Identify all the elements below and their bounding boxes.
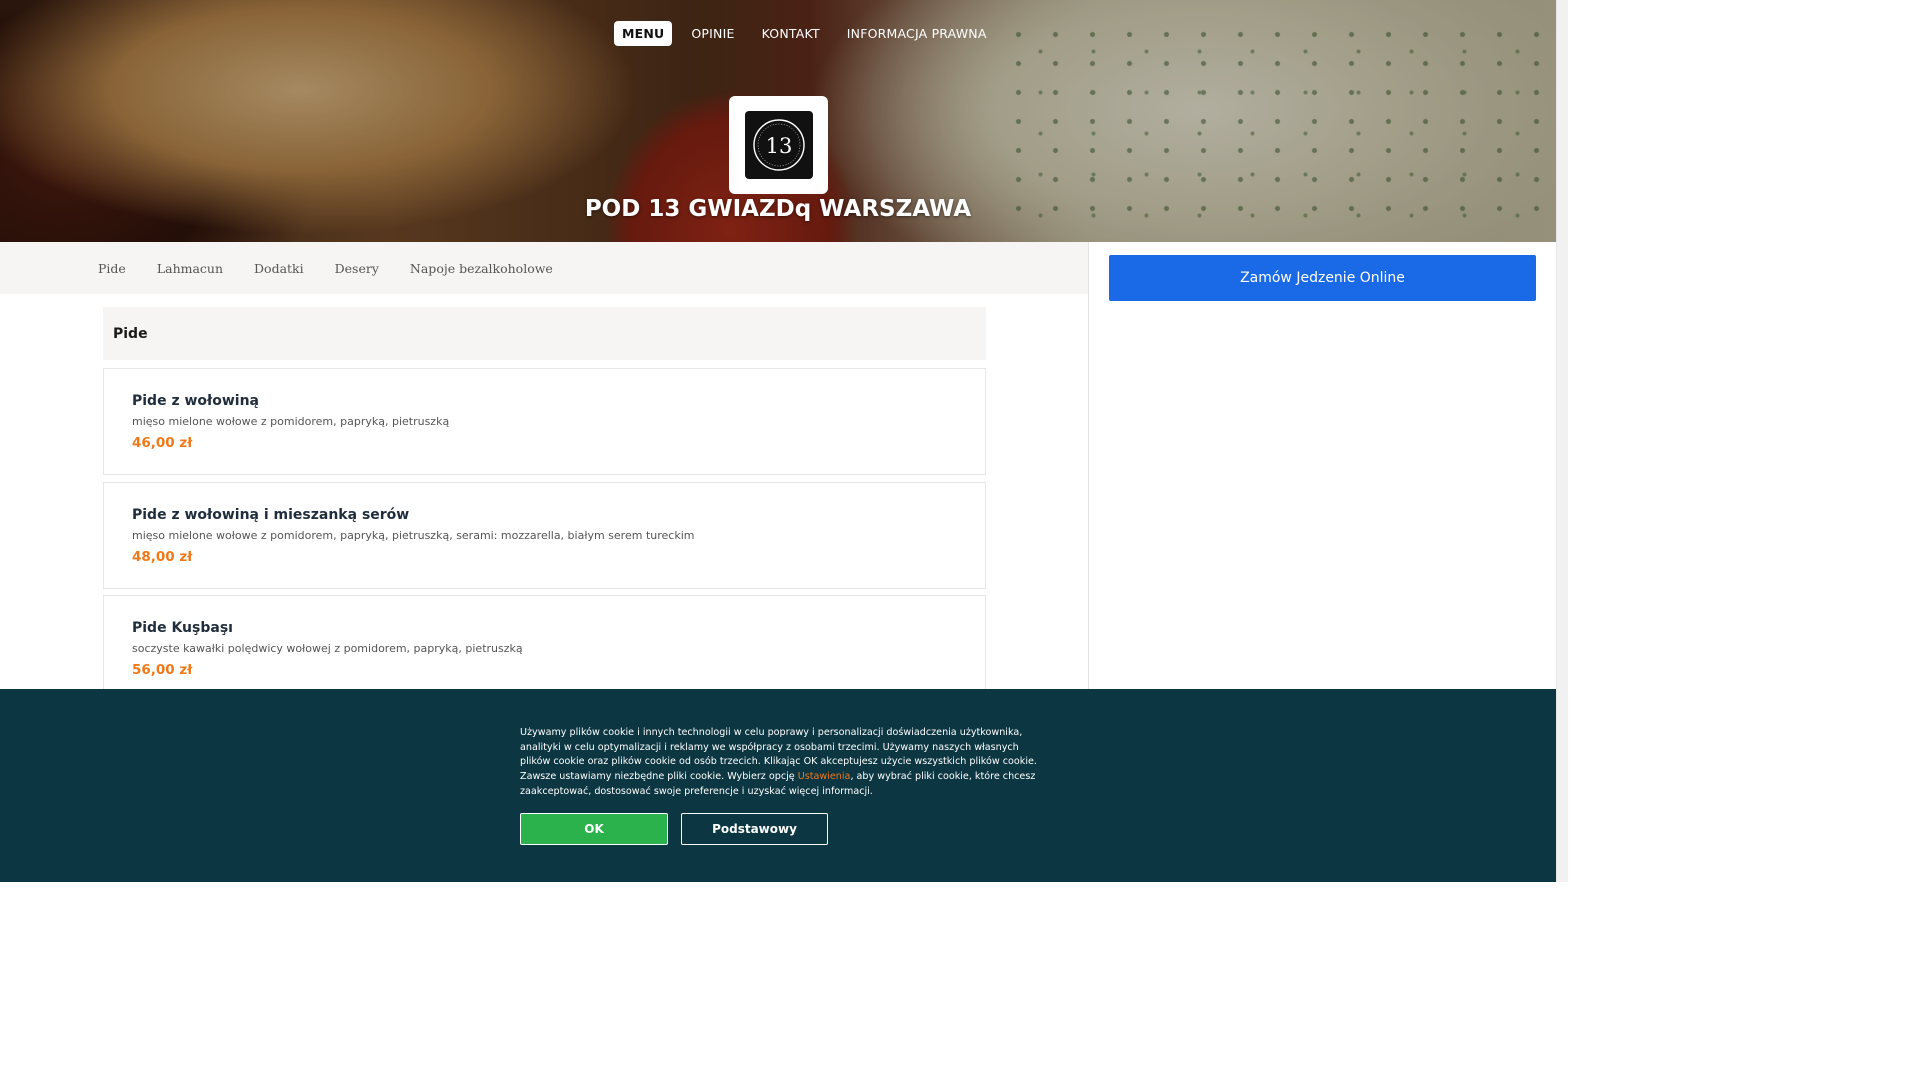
logo-number: 13 [765, 134, 792, 158]
nav-menu[interactable]: MENU [614, 21, 673, 46]
menu-item-name: Pide Kuşbaşı [132, 620, 233, 636]
category-pide[interactable]: Pide [98, 261, 126, 276]
menu-item-price: 48,00 zł [132, 549, 193, 565]
nav-informacja-prawna[interactable]: INFORMACJA PRAWNA [839, 21, 995, 46]
menu-item-card[interactable]: Pide z wołowiną mięso mielone wołowe z p… [103, 368, 986, 475]
menu-item-description: soczyste kawałki polędwicy wołowej z pom… [132, 642, 523, 655]
top-navigation: MENU OPINIE KONTAKT INFORMACJA PRAWNA [614, 21, 1006, 46]
logo-mark: 13 [744, 111, 813, 179]
category-desery[interactable]: Desery [335, 261, 379, 276]
cookie-basic-button[interactable]: Podstawowy [681, 813, 828, 845]
cookie-banner: Używamy plików cookie i innych technolog… [0, 689, 1556, 882]
menu-item-price: 46,00 zł [132, 435, 193, 451]
restaurant-logo: 13 [729, 96, 828, 194]
nav-kontakt[interactable]: KONTAKT [754, 21, 828, 46]
category-lahmacun[interactable]: Lahmacun [157, 261, 223, 276]
order-online-button[interactable]: Zamów Jedzenie Online [1109, 255, 1536, 301]
menu-item-card[interactable]: Pide Kuşbaşı soczyste kawałki polędwicy … [103, 595, 986, 702]
category-dodatki[interactable]: Dodatki [254, 261, 304, 276]
cookie-text: Używamy plików cookie i innych technolog… [520, 726, 1040, 800]
menu-item-description: mięso mielone wołowe z pomidorem, papryk… [132, 415, 450, 428]
category-bar: Pide Lahmacun Dodatki Desery Napoje beza… [0, 242, 1088, 294]
logo-emblem-icon: 13 [752, 119, 805, 171]
hero-background-image [1000, 20, 1540, 220]
menu-item-description: mięso mielone wołowe z pomidorem, papryk… [132, 529, 695, 542]
category-napoje[interactable]: Napoje bezalkoholowe [410, 261, 553, 276]
menu-item-card[interactable]: Pide z wołowiną i mieszanką serów mięso … [103, 482, 986, 589]
section-title: Pide [103, 307, 986, 360]
cookie-ok-button[interactable]: OK [520, 813, 668, 845]
nav-opinie[interactable]: OPINIE [683, 21, 742, 46]
menu-item-name: Pide z wołowiną [132, 393, 259, 409]
menu-item-name: Pide z wołowiną i mieszanką serów [132, 507, 410, 523]
restaurant-name: POD 13 GWIAZDq WARSZAWA [584, 196, 972, 222]
menu-item-price: 56,00 zł [132, 662, 193, 678]
page-scrollbar[interactable] [1556, 0, 1568, 882]
cookie-settings-link[interactable]: Ustawienia [798, 771, 851, 782]
